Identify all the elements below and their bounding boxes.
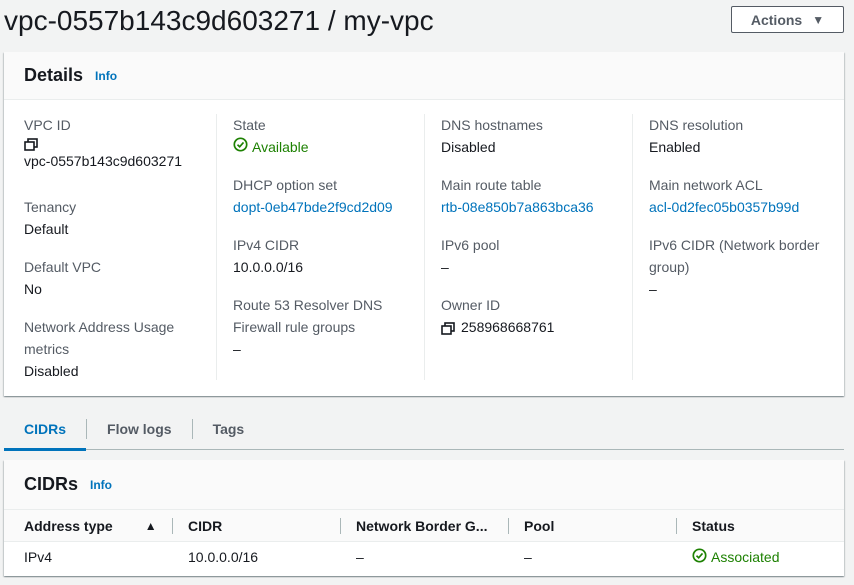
copy-icon[interactable] — [24, 136, 38, 151]
nau-metrics-field: Network Address Usage metrics Disabled — [24, 316, 224, 382]
dns-hostnames-label: DNS hostnames — [441, 117, 543, 133]
ipv4-cidr-value: 10.0.0.0/16 — [233, 259, 304, 275]
dns-hostnames-field: DNS hostnames Disabled — [441, 114, 641, 158]
route53-label-line2: Firewall rule groups — [233, 319, 356, 335]
network-border-group-cell: – — [356, 549, 364, 565]
ipv4-cidr-field: IPv4 CIDR 10.0.0.0/16 — [233, 234, 433, 278]
cidrs-table-header: Address type ▲ CIDR Network Border G... … — [4, 510, 844, 542]
dhcp-label: DHCP option set — [233, 177, 338, 193]
ipv6-cidr-value: – — [649, 281, 657, 297]
cidrs-title: CIDRs — [24, 474, 79, 494]
vpc-id-label: VPC ID — [24, 117, 71, 133]
column-header-status[interactable]: Status — [692, 510, 735, 542]
nau-metrics-value: Disabled — [24, 363, 79, 379]
column-divider[interactable] — [676, 518, 677, 534]
dns-resolution-value: Enabled — [649, 139, 701, 155]
vpc-id-copy-row — [24, 136, 224, 151]
route53-label-line1: Route 53 Resolver DNS — [233, 297, 383, 313]
sort-ascending-icon[interactable]: ▲ — [145, 519, 157, 533]
pool-cell: – — [524, 549, 532, 565]
main-acl-field: Main network ACL acl-0d2fec05b0357b99d — [649, 174, 849, 218]
default-vpc-field: Default VPC No — [24, 256, 224, 300]
address-type-cell: IPv4 — [24, 549, 53, 565]
main-route-table-field: Main route table rtb-08e850b7a863bca36 — [441, 174, 641, 218]
dns-resolution-label: DNS resolution — [649, 117, 744, 133]
route53-field: Route 53 Resolver DNS Firewall rule grou… — [233, 294, 433, 360]
route53-value: – — [233, 341, 241, 357]
status-cell: Associated — [692, 542, 779, 572]
cidrs-info-link[interactable]: Info — [90, 478, 112, 492]
actions-label: Actions — [750, 11, 803, 28]
dns-hostnames-value: Disabled — [441, 139, 496, 155]
state-status: Available — [233, 136, 433, 158]
tenancy-value: Default — [24, 221, 69, 237]
tab-bar: CIDRs Flow logs Tags — [4, 408, 844, 451]
ipv6-pool-label: IPv6 pool — [441, 237, 500, 253]
status-associated-icon — [692, 548, 707, 566]
state-value: Available — [252, 139, 309, 155]
ipv4-cidr-label: IPv4 CIDR — [233, 237, 300, 253]
column-header-address-type[interactable]: Address type ▲ — [24, 510, 164, 542]
tab-tags[interactable]: Tags — [193, 408, 265, 450]
column-header-pool[interactable]: Pool — [524, 510, 554, 542]
ipv6-cidr-label-line1: IPv6 CIDR (Network border — [649, 237, 820, 253]
vpc-id-value: vpc-0557b143c9d603271 — [24, 153, 183, 169]
tab-flow-logs[interactable]: Flow logs — [87, 408, 192, 450]
column-header-cidr[interactable]: CIDR — [188, 510, 222, 542]
ipv6-cidr-field: IPv6 CIDR (Network border group) – — [649, 234, 839, 300]
ipv6-pool-field: IPv6 pool – — [441, 234, 641, 278]
default-vpc-label: Default VPC — [24, 259, 102, 275]
tab-cidrs[interactable]: CIDRs — [4, 408, 87, 451]
state-field: State Available — [233, 114, 433, 158]
status-value: Associated — [711, 549, 780, 565]
tenancy-field: Tenancy Default — [24, 196, 224, 240]
details-column-1: VPC ID vpc-0557b143c9d603271 Tenancy Def… — [24, 114, 232, 380]
caret-down-icon: ▼ — [812, 12, 825, 27]
cidr-cell: 10.0.0.0/16 — [188, 549, 259, 565]
details-column-3: DNS hostnames Disabled Main route table … — [424, 114, 632, 380]
copy-icon[interactable] — [441, 320, 455, 335]
actions-button[interactable]: Actions ▼ — [731, 6, 844, 33]
main-route-table-label: Main route table — [441, 177, 542, 193]
cidrs-panel: CIDRs Info Address type ▲ CIDR Network B… — [4, 460, 844, 576]
main-acl-link[interactable]: acl-0d2fec05b0357b99d — [649, 196, 849, 218]
dhcp-field: DHCP option set dopt-0eb47bde2f9cd2d09 — [233, 174, 433, 218]
column-divider[interactable] — [340, 518, 341, 534]
owner-id-label: Owner ID — [441, 297, 501, 313]
main-acl-label: Main network ACL — [649, 177, 763, 193]
owner-id-field: Owner ID 258968668761 — [441, 294, 641, 338]
column-divider[interactable] — [508, 518, 509, 534]
details-info-link[interactable]: Info — [95, 69, 117, 83]
dhcp-link[interactable]: dopt-0eb47bde2f9cd2d09 — [233, 196, 433, 218]
cidrs-header: CIDRs Info — [4, 460, 844, 510]
column-divider[interactable] — [172, 518, 173, 534]
tenancy-label: Tenancy — [24, 199, 77, 215]
details-column-4: DNS resolution Enabled Main network ACL … — [632, 114, 840, 380]
ipv6-pool-value: – — [441, 259, 449, 275]
page-title: vpc-0557b143c9d603271 / my-vpc — [4, 5, 434, 36]
address-type-header-label: Address type — [24, 518, 113, 534]
default-vpc-value: No — [24, 281, 42, 297]
column-header-network-border-group[interactable]: Network Border G... — [356, 510, 487, 542]
owner-id-value: 258968668761 — [461, 319, 555, 335]
ipv6-cidr-label-line2: group) — [649, 259, 690, 275]
nau-metrics-label-line1: Network Address Usage — [24, 319, 175, 335]
status-available-icon — [233, 136, 248, 158]
nau-metrics-label-line2: metrics — [24, 341, 70, 357]
details-body: VPC ID vpc-0557b143c9d603271 Tenancy Def… — [4, 100, 844, 396]
details-title: Details — [24, 65, 84, 85]
state-label: State — [233, 117, 266, 133]
details-column-2: State Available DHCP option set dopt-0eb… — [216, 114, 424, 380]
details-header: Details Info — [4, 52, 844, 100]
main-route-table-link[interactable]: rtb-08e850b7a863bca36 — [441, 196, 641, 218]
vpc-id-field: VPC ID vpc-0557b143c9d603271 — [24, 114, 224, 172]
dns-resolution-field: DNS resolution Enabled — [649, 114, 849, 158]
owner-id-row: 258968668761 — [441, 316, 641, 338]
details-panel: Details Info VPC ID vpc-0557b143c9d60327… — [4, 52, 844, 396]
table-row: IPv4 10.0.0.0/16 – – Associated — [4, 542, 844, 572]
